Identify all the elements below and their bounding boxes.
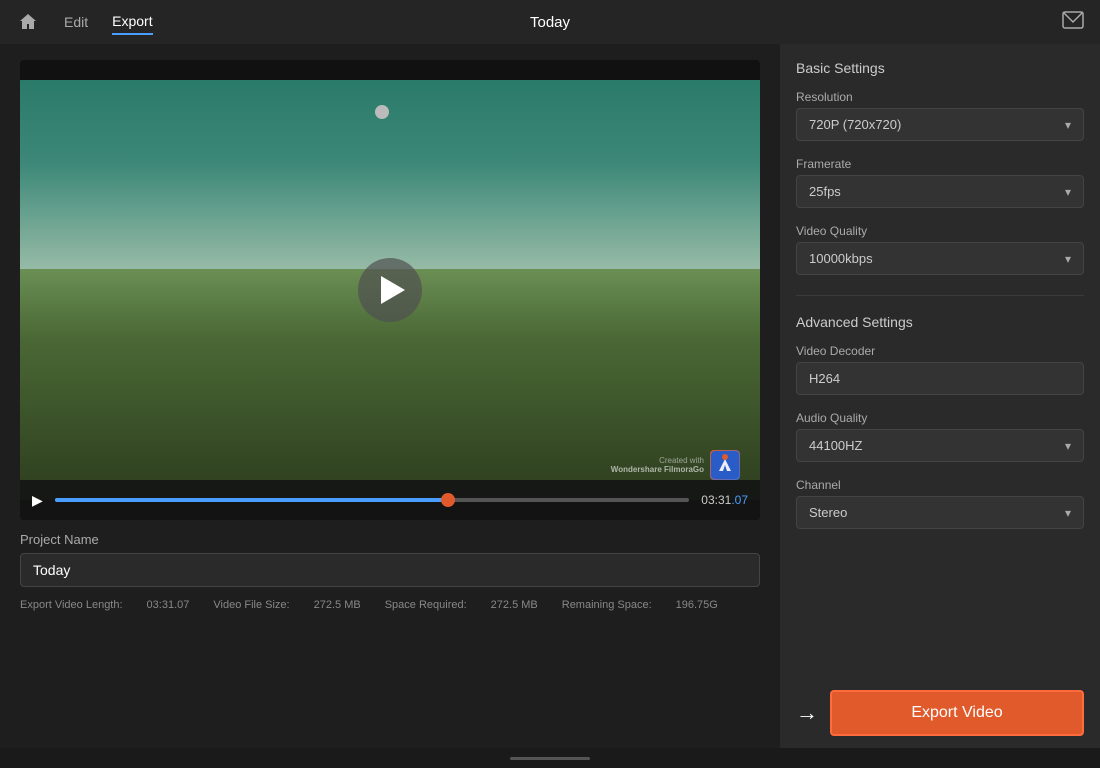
main-content: Created with Wondershare FilmoraGo — [0, 44, 1100, 748]
mail-icon[interactable] — [1062, 11, 1084, 34]
right-panel: Basic Settings Resolution 720P (720x720)… — [780, 44, 1100, 748]
framerate-chevron-icon: ▾ — [1065, 185, 1071, 199]
resolution-chevron-icon: ▾ — [1065, 118, 1071, 132]
bottom-bar — [0, 748, 1100, 768]
video-controls: ▶ 03:31.07 — [20, 480, 760, 520]
framerate-dropdown[interactable]: 25fps ▾ — [796, 175, 1084, 208]
resolution-dropdown[interactable]: 720P (720x720) ▾ — [796, 108, 1084, 141]
top-nav: Edit Export Today — [0, 0, 1100, 44]
export-filesize-value: 272.5 MB — [314, 599, 361, 611]
play-triangle-icon — [381, 276, 405, 304]
video-quality-dropdown[interactable]: 10000kbps ▾ — [796, 242, 1084, 275]
video-preview: Created with Wondershare FilmoraGo — [20, 60, 760, 520]
video-quality-value: 10000kbps — [809, 251, 873, 266]
watermark-brand: Wondershare FilmoraGo — [611, 465, 704, 474]
arrow-right-icon: → — [796, 700, 818, 726]
audio-quality-label: Audio Quality — [796, 411, 1084, 425]
video-quality-label: Video Quality — [796, 224, 1084, 238]
nav-edit[interactable]: Edit — [64, 10, 88, 34]
video-canvas: Created with Wondershare FilmoraGo — [20, 80, 760, 500]
project-section: Project Name — [20, 532, 760, 587]
export-info: Export Video Length: 03:31.07 Video File… — [20, 599, 760, 611]
advanced-settings-title: Advanced Settings — [796, 314, 1084, 330]
export-filesize-label: Video File Size: — [213, 599, 289, 611]
export-area: → Export Video — [796, 682, 1084, 736]
home-icon[interactable] — [16, 10, 40, 34]
play-button[interactable] — [358, 258, 422, 322]
nav-export[interactable]: Export — [112, 9, 152, 35]
time-display: 03:31.07 — [701, 493, 748, 507]
channel-value: Stereo — [809, 505, 847, 520]
project-name-label: Project Name — [20, 532, 760, 547]
watermark: Created with Wondershare FilmoraGo — [611, 450, 740, 480]
watermark-logo — [710, 450, 740, 480]
project-name-input[interactable] — [20, 553, 760, 587]
channel-dropdown[interactable]: Stereo ▾ — [796, 496, 1084, 529]
resolution-field: Resolution 720P (720x720) ▾ — [796, 90, 1084, 147]
channel-label: Channel — [796, 478, 1084, 492]
progress-thumb[interactable] — [441, 493, 455, 507]
export-length-label: Export Video Length: — [20, 599, 123, 611]
framerate-label: Framerate — [796, 157, 1084, 171]
export-space-value: 272.5 MB — [491, 599, 538, 611]
video-decoder-label: Video Decoder — [796, 344, 1084, 358]
video-decoder-value: H264 — [796, 362, 1084, 395]
left-panel: Created with Wondershare FilmoraGo — [0, 44, 780, 748]
settings-divider — [796, 295, 1084, 296]
bottom-indicator — [510, 757, 590, 760]
framerate-field: Framerate 25fps ▾ — [796, 157, 1084, 214]
resolution-label: Resolution — [796, 90, 1084, 104]
export-remaining-value: 196.75G — [676, 599, 718, 611]
play-btn-small[interactable]: ▶ — [32, 492, 43, 509]
video-quality-field: Video Quality 10000kbps ▾ — [796, 224, 1084, 281]
progress-track[interactable] — [55, 498, 690, 502]
audio-quality-value: 44100HZ — [809, 438, 862, 453]
basic-settings-title: Basic Settings — [796, 60, 1084, 76]
channel-field: Channel Stereo ▾ — [796, 478, 1084, 535]
audio-quality-chevron-icon: ▾ — [1065, 439, 1071, 453]
watermark-created: Created with — [611, 456, 704, 465]
framerate-value: 25fps — [809, 184, 841, 199]
export-length-value: 03:31.07 — [147, 599, 190, 611]
page-title: Today — [530, 14, 570, 31]
resolution-value: 720P (720x720) — [809, 117, 901, 132]
export-space-label: Space Required: — [385, 599, 467, 611]
video-decoder-field: Video Decoder H264 — [796, 344, 1084, 401]
audio-quality-dropdown[interactable]: 44100HZ ▾ — [796, 429, 1084, 462]
video-quality-chevron-icon: ▾ — [1065, 252, 1071, 266]
channel-chevron-icon: ▾ — [1065, 506, 1071, 520]
progress-fill — [55, 498, 448, 502]
export-video-button[interactable]: Export Video — [830, 690, 1084, 736]
export-remaining-label: Remaining Space: — [562, 599, 652, 611]
audio-quality-field: Audio Quality 44100HZ ▾ — [796, 411, 1084, 468]
